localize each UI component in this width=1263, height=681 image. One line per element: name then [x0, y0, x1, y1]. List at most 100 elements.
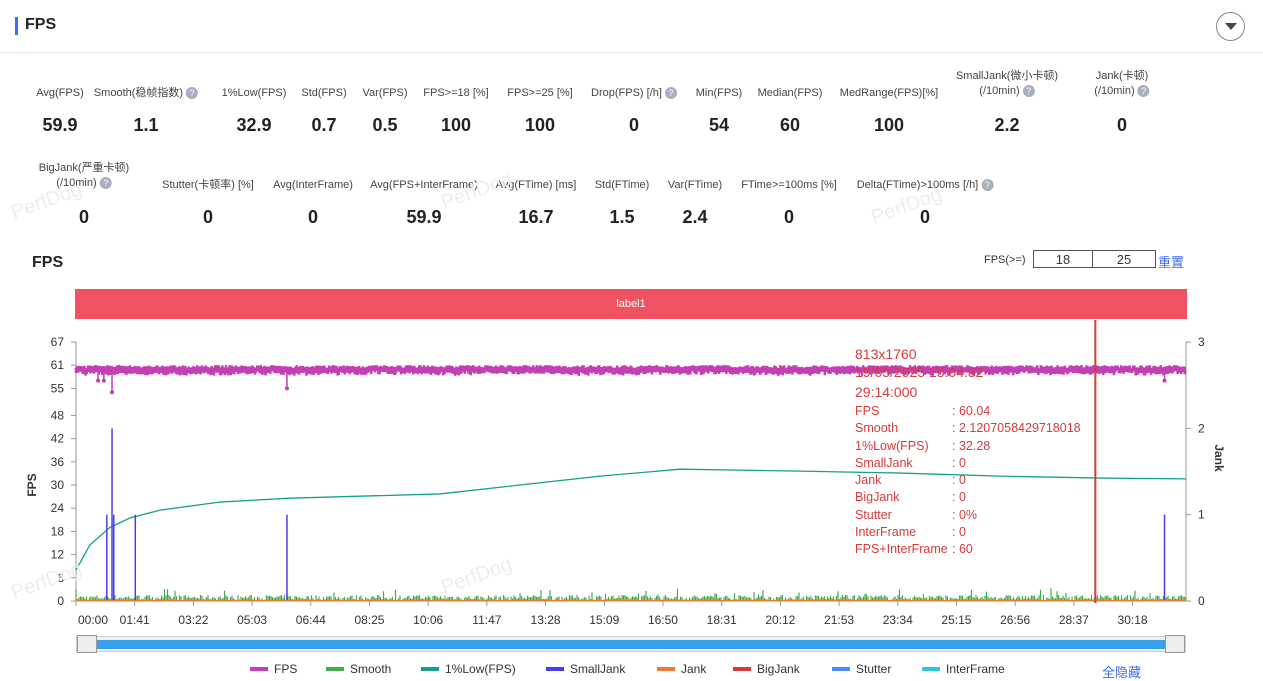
y-tick-label: 42 [51, 432, 65, 446]
tooltip-value: : 0 [952, 490, 966, 505]
y-tick-label: 30 [51, 478, 65, 492]
tooltip-value: : 32.28 [952, 438, 991, 453]
x-tick-label: 15:09 [589, 613, 619, 627]
tooltip-row: BigJank : 0 [855, 489, 1081, 506]
x-tick-label: 21:53 [824, 613, 854, 627]
x-tick-label: 13:28 [531, 613, 561, 627]
legend-label: FPS [274, 662, 298, 676]
x-tick-label: 28:37 [1059, 613, 1089, 627]
tooltip-key: SmallJank [855, 455, 913, 470]
legend-label: BigJank [757, 662, 800, 676]
legend-item-smooth[interactable]: Smooth [326, 662, 391, 676]
legend-item-jank[interactable]: Jank [657, 662, 706, 676]
legend-label: Stutter [856, 662, 892, 676]
legend-item-fps[interactable]: FPS [250, 662, 297, 676]
tooltip-row: FPS+InterFrame : 60 [855, 541, 1081, 558]
legend-swatch-icon [326, 667, 344, 671]
legend-swatch-icon [922, 667, 940, 671]
x-tick-label: 06:44 [296, 613, 326, 627]
fps-dip-point [110, 390, 115, 395]
y-tick-label: 24 [51, 501, 65, 515]
scrollbar-range[interactable] [87, 640, 1175, 649]
legend-item-1-low-fps-[interactable]: 1%Low(FPS) [421, 662, 516, 676]
tooltip-time: 29:14:000 [855, 384, 918, 400]
x-tick-label: 16:50 [648, 613, 678, 627]
x-tick-label: 25:15 [941, 613, 971, 627]
y-tick-label: 18 [51, 524, 65, 538]
x-tick-label: 26:56 [1000, 613, 1030, 627]
y-tick-label: 55 [51, 381, 65, 395]
legend-swatch-icon [657, 667, 675, 671]
legend-label: SmallJank [570, 662, 626, 676]
fps-dip-point [284, 386, 289, 391]
y-tick-label: 61 [51, 358, 65, 372]
tooltip-row: Jank : 0 [855, 472, 1081, 489]
legend-item-smalljank[interactable]: SmallJank [546, 662, 625, 676]
x-tick-label: 10:06 [413, 613, 443, 627]
tooltip-value: : 60.04 [952, 404, 991, 418]
y-tick-label: 0 [57, 594, 64, 608]
y-tick-label: 67 [51, 335, 65, 349]
chart-tooltip: 813x1760 19/05/2025 15:04:32 29:14:000 F… [855, 345, 1081, 559]
legend-label: Jank [681, 662, 707, 676]
scrollbar-left-handle[interactable] [77, 635, 97, 653]
y2-tick-label: 1 [1198, 508, 1205, 522]
y-tick-label: 36 [51, 455, 65, 469]
x-tick-label: 00:00 [78, 613, 108, 627]
y2-tick-label: 0 [1198, 594, 1205, 608]
legend-swatch-icon [733, 667, 751, 671]
tooltip-resolution: 813x1760 [855, 346, 917, 362]
tooltip-value: : 2.1207058429718018 [952, 421, 1081, 436]
tooltip-row: Smooth : 2.1207058429718018 [855, 420, 1081, 437]
x-tick-label: 11:47 [472, 613, 501, 627]
legend-item-stutter[interactable]: Stutter [832, 662, 891, 676]
x-tick-label: 01:41 [120, 613, 150, 627]
x-tick-label: 20:12 [765, 613, 795, 627]
fps-chart[interactable]: 0612182430364248556167012300:00 01:41 03:2… [0, 0, 1263, 681]
x-tick-label: 08:25 [354, 613, 384, 627]
fps-dip-point [96, 378, 101, 383]
tooltip-key: FPS [855, 404, 880, 418]
fps-dip-point [101, 378, 106, 383]
tooltip-value: : 0 [952, 525, 966, 540]
tooltip-value: : 0 [952, 455, 966, 470]
y2-axis-title: Jank [1212, 444, 1226, 472]
tooltip-row: FPS : 60.04 [855, 403, 1081, 420]
x-tick-label: 30:18 [1118, 613, 1148, 627]
y2-tick-label: 2 [1198, 421, 1205, 435]
x-tick-label: 23:34 [883, 613, 913, 627]
tooltip-key: Stutter [855, 507, 892, 522]
tooltip-key: Jank [855, 473, 882, 488]
x-tick-label: 03:22 [178, 613, 208, 627]
y2-tick-label: 3 [1198, 335, 1205, 349]
hide-all-button[interactable]: 全隐藏 [1102, 662, 1141, 681]
legend-swatch-icon [250, 667, 268, 671]
legend-swatch-icon [421, 667, 439, 671]
legend-item-interframe[interactable]: InterFrame [922, 662, 1005, 676]
tooltip-datetime: 19/05/2025 15:04:32 [855, 364, 984, 380]
fps-dip-point [1162, 378, 1167, 383]
tooltip-key: InterFrame [855, 525, 917, 540]
timeline-scrollbar[interactable] [76, 635, 1186, 653]
tooltip-key: 1%Low(FPS) [855, 438, 929, 453]
tooltip-row: SmallJank : 0 [855, 455, 1081, 472]
tooltip-value: : 60 [952, 542, 973, 557]
tooltip-key: Smooth [855, 421, 899, 436]
y-tick-label: 48 [51, 408, 65, 422]
legend-label: 1%Low(FPS) [445, 662, 516, 676]
tooltip-key: BigJank [855, 490, 900, 505]
tooltip-row: InterFrame : 0 [855, 524, 1081, 541]
legend-label: InterFrame [946, 662, 1005, 676]
legend-swatch-icon [832, 667, 850, 671]
tooltip-row: Stutter: 0% [855, 507, 1081, 524]
smooth-series [75, 588, 1187, 600]
legend-swatch-icon [546, 667, 564, 671]
y-axis-title: FPS [25, 473, 39, 496]
tooltip-value: : 0 [952, 473, 966, 488]
x-tick-label: 05:03 [237, 613, 267, 627]
scrollbar-right-handle[interactable] [1165, 635, 1185, 653]
legend-label: Smooth [350, 662, 392, 676]
legend-item-bigjank[interactable]: BigJank [733, 662, 800, 676]
tooltip-key: FPS+InterFrame [855, 542, 948, 557]
x-tick-label: 18:31 [707, 613, 737, 627]
